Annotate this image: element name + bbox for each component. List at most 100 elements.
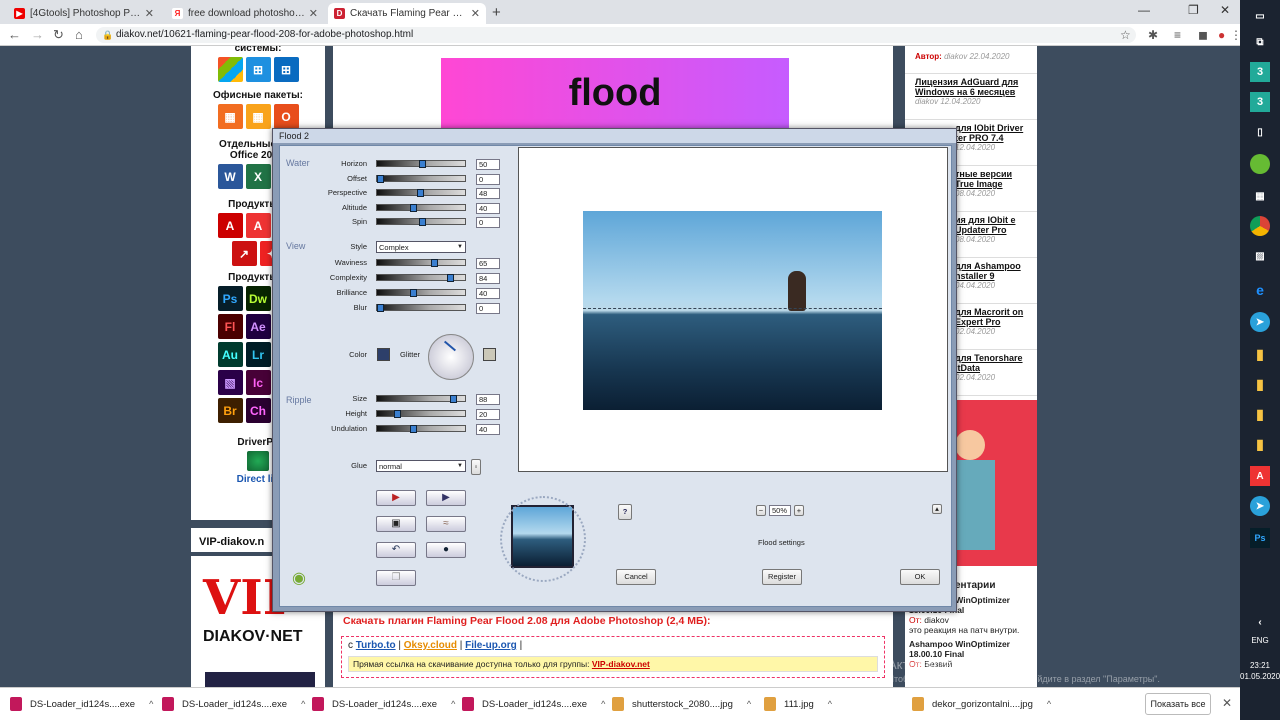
param-value-input[interactable]: 0 [476, 217, 500, 228]
param-value-input[interactable]: 88 [476, 394, 500, 405]
help-button[interactable]: ? [618, 504, 632, 520]
expand-button[interactable]: ▴ [932, 504, 942, 514]
preset-ring[interactable] [500, 496, 586, 582]
undo-button[interactable]: ↶ [376, 542, 416, 558]
folder-icon[interactable]: ▮ [1250, 404, 1270, 424]
param-slider[interactable] [376, 174, 466, 183]
download-item[interactable]: DS-Loader_id124s....exe ^ [162, 693, 305, 715]
download-item[interactable]: DS-Loader_id124s....exe ^ [462, 693, 605, 715]
param-slider[interactable] [376, 259, 466, 267]
horizon-guide[interactable] [583, 308, 882, 309]
chrome-icon[interactable] [1250, 216, 1270, 236]
download-item[interactable]: DS-Loader_id124s....exe ^ [312, 693, 455, 715]
tab-yandex[interactable]: Яfree download photoshop filter f ✕ [166, 3, 324, 24]
windows-10-icon[interactable]: ⊞ [273, 57, 299, 82]
param-value-input[interactable]: 50 [476, 159, 500, 170]
slider-thumb[interactable] [446, 274, 454, 282]
photoshop-icon[interactable]: Ps [217, 286, 243, 311]
folder-icon[interactable]: ▮ [1250, 344, 1270, 364]
window-close-icon[interactable]: ✕ [1220, 3, 1230, 17]
slider-thumb[interactable] [377, 304, 384, 312]
zoom-out-button[interactable]: − [756, 505, 766, 516]
office-2013-icon[interactable]: O [273, 104, 299, 129]
acrobat-icon[interactable]: A [217, 213, 243, 238]
document-icon[interactable]: ▯ [1250, 122, 1270, 142]
slider-thumb[interactable] [377, 174, 384, 183]
style-select[interactable]: Complex ▼ [376, 241, 466, 253]
param-slider[interactable] [376, 395, 466, 403]
back-icon[interactable]: ← [8, 27, 21, 42]
download-item[interactable]: shutterstock_2080....jpg ^ [612, 693, 751, 715]
telegram-icon[interactable]: ➤ [1250, 496, 1270, 516]
slider-thumb[interactable] [393, 410, 401, 418]
param-value-input[interactable]: 40 [476, 202, 500, 214]
photos-icon[interactable]: ▨ [1250, 246, 1270, 266]
word-icon[interactable]: W [217, 164, 243, 189]
slider-thumb[interactable] [430, 259, 438, 267]
office-2010-icon[interactable]: ▦ [245, 104, 271, 129]
param-slider[interactable] [376, 425, 466, 433]
adobe-app-icon[interactable]: ↗ [231, 241, 257, 266]
turbo-link[interactable]: Turbo.to [356, 640, 396, 651]
slider-thumb[interactable] [450, 395, 458, 403]
slider-thumb[interactable] [418, 160, 426, 168]
media-encoder-icon[interactable]: ▧ [217, 370, 243, 395]
tab-diakov[interactable]: D Скачать Flaming Pear Flood 2 бе ✕ [328, 3, 486, 24]
close-tab-icon[interactable]: ✕ [471, 7, 480, 20]
random-all-button[interactable]: ▶ [426, 490, 466, 506]
register-button[interactable]: Register [762, 569, 802, 585]
param-slider[interactable] [376, 160, 466, 168]
extension-icon[interactable]: ◼ [1198, 28, 1208, 42]
address-bar[interactable]: 🔒 diakov.net/10621-flaming-pear-flood-208… [96, 27, 1136, 43]
param-slider[interactable] [376, 189, 466, 197]
glue-option-button[interactable]: ▫ [471, 459, 481, 475]
flash-icon[interactable]: Fl [217, 314, 243, 339]
download-item[interactable]: dekor_gorizontalni....jpg ^ [912, 693, 1051, 715]
param-slider[interactable] [376, 218, 466, 226]
param-slider[interactable] [376, 274, 466, 282]
param-value-input[interactable]: 40 [476, 424, 500, 435]
home-icon[interactable]: ⌂ [75, 27, 83, 42]
after-effects-icon[interactable]: Ae [245, 314, 271, 339]
bookmark-star-icon[interactable]: ☆ [1120, 28, 1131, 42]
chevron-up-icon[interactable]: ^ [1047, 699, 1051, 709]
reload-icon[interactable]: ↻ [53, 27, 64, 43]
app-3x-icon[interactable]: 3 [1250, 92, 1270, 112]
dreamweaver-icon[interactable]: Dw [245, 286, 271, 311]
acrobat-reader-icon[interactable]: A [245, 213, 271, 238]
vip-diakov-link[interactable]: VIP-diakov.net [592, 659, 650, 669]
chevron-up-icon[interactable]: ^ [451, 699, 455, 709]
news-item[interactable]: Автор: diakov 22.04.2020 [905, 46, 1037, 74]
folder-icon[interactable]: ▮ [1250, 374, 1270, 394]
redo-button[interactable]: ● [426, 542, 466, 558]
cancel-button[interactable]: Cancel [616, 569, 656, 585]
load-button[interactable]: ▣ [376, 516, 416, 532]
vip-link[interactable]: VIP-diakov.n [199, 536, 264, 548]
app-icon[interactable] [1250, 154, 1270, 174]
telegram-icon[interactable]: ➤ [1250, 312, 1270, 332]
download-item[interactable]: 111.jpg ^ [764, 693, 832, 715]
param-value-input[interactable]: 84 [476, 273, 500, 284]
close-tab-icon[interactable]: ✕ [309, 7, 318, 20]
excel-icon[interactable]: X [245, 164, 271, 189]
new-tab-button[interactable]: + [492, 4, 501, 21]
calculator-icon[interactable]: ▦ [1250, 186, 1270, 206]
yandex-ad[interactable] [205, 672, 315, 687]
character-animator-icon[interactable]: Ch [245, 398, 271, 423]
forward-icon[interactable]: → [31, 27, 44, 42]
slider-thumb[interactable] [410, 289, 418, 297]
param-slider[interactable] [376, 289, 466, 297]
param-slider[interactable] [376, 410, 466, 418]
zoom-in-button[interactable]: + [794, 505, 804, 516]
minimize-icon[interactable]: — [1138, 3, 1150, 17]
audition-icon[interactable]: Au [217, 342, 243, 367]
random-button[interactable]: ▶ [376, 490, 416, 506]
incopy-icon[interactable]: Ic [245, 370, 271, 395]
param-value-input[interactable]: 0 [476, 173, 500, 185]
param-slider[interactable] [376, 203, 466, 212]
param-value-input[interactable]: 40 [476, 288, 500, 299]
task-view-icon[interactable]: ⧉ [1250, 32, 1270, 52]
notifications-icon[interactable]: ▭ [1250, 6, 1270, 26]
param-value-input[interactable]: 20 [476, 409, 500, 420]
chevron-up-icon[interactable]: ^ [828, 699, 832, 709]
